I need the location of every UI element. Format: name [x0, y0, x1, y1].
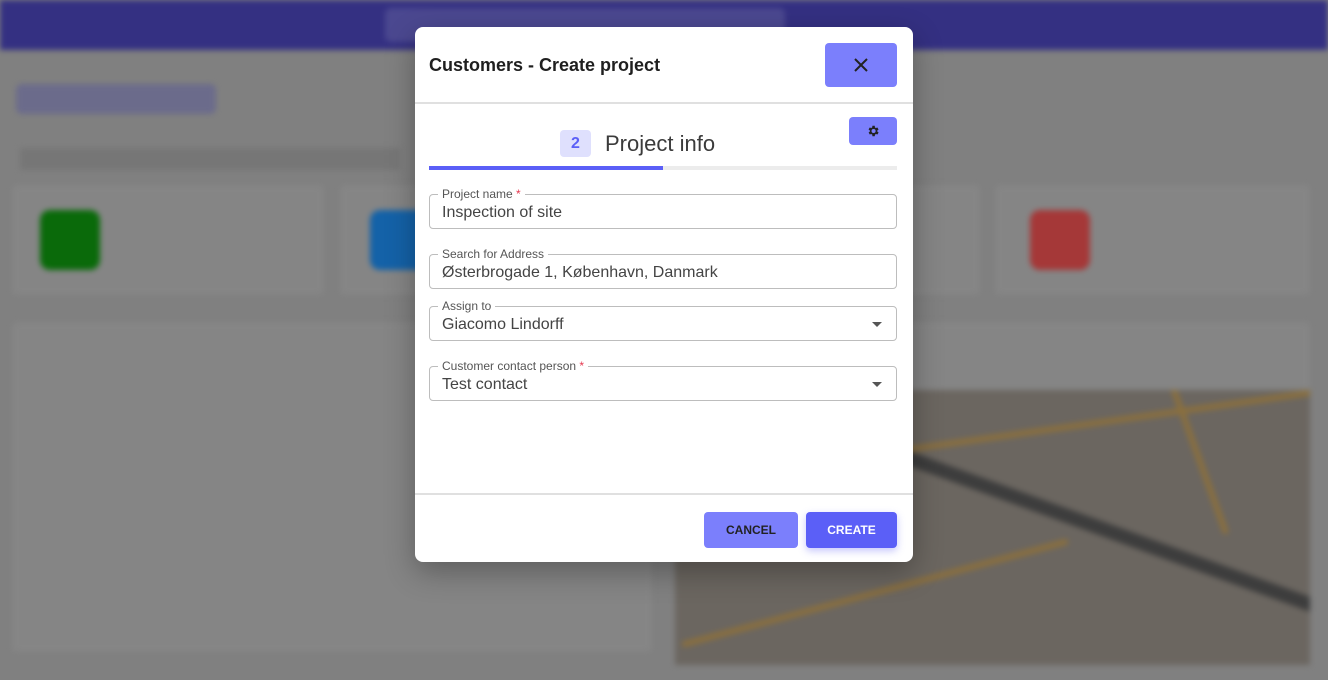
assign-to-value: Giacomo Lindorff: [442, 316, 564, 333]
field-label: Customer contact person: [442, 359, 577, 373]
field-label: Assign to: [438, 299, 496, 313]
required-asterisk: *: [516, 187, 521, 201]
create-project-dialog: Customers - Create project 2 Project inf…: [415, 27, 913, 562]
background-page-title: [16, 84, 216, 114]
dialog-header: Customers - Create project: [415, 27, 913, 104]
cancel-button[interactable]: CANCEL: [704, 512, 798, 548]
field-label: Search for Address: [438, 247, 549, 261]
background-tile: [1030, 210, 1090, 270]
assign-to-select[interactable]: Assign to Giacomo Lindorff: [429, 299, 897, 341]
step-progress-bar: [429, 166, 897, 170]
create-button[interactable]: CREATE: [806, 512, 897, 548]
address-search-input[interactable]: [442, 264, 862, 282]
project-name-field[interactable]: Project name *: [429, 187, 897, 229]
customer-contact-select[interactable]: Customer contact person * Test contact: [429, 359, 897, 401]
settings-button[interactable]: [849, 117, 897, 145]
caret-down-icon: [872, 382, 882, 387]
background-tabs: [20, 148, 400, 170]
dialog-title: Customers - Create project: [429, 55, 661, 75]
close-button[interactable]: [825, 43, 897, 87]
step-progress-fill: [429, 166, 663, 170]
required-asterisk: *: [579, 359, 585, 373]
gear-icon: [868, 125, 879, 137]
address-search-field[interactable]: Search for Address: [429, 247, 897, 289]
background-tile: [40, 210, 100, 270]
project-name-input[interactable]: [442, 204, 862, 222]
step-indicator: 2 Project info: [560, 130, 715, 157]
step-title: Project info: [605, 130, 716, 156]
caret-down-icon: [872, 322, 882, 327]
customer-contact-value: Test contact: [442, 376, 528, 393]
close-icon: [854, 58, 868, 72]
field-label: Project name: [442, 187, 513, 201]
dialog-footer: CANCEL CREATE: [415, 493, 913, 562]
step-number-badge: 2: [560, 130, 591, 157]
